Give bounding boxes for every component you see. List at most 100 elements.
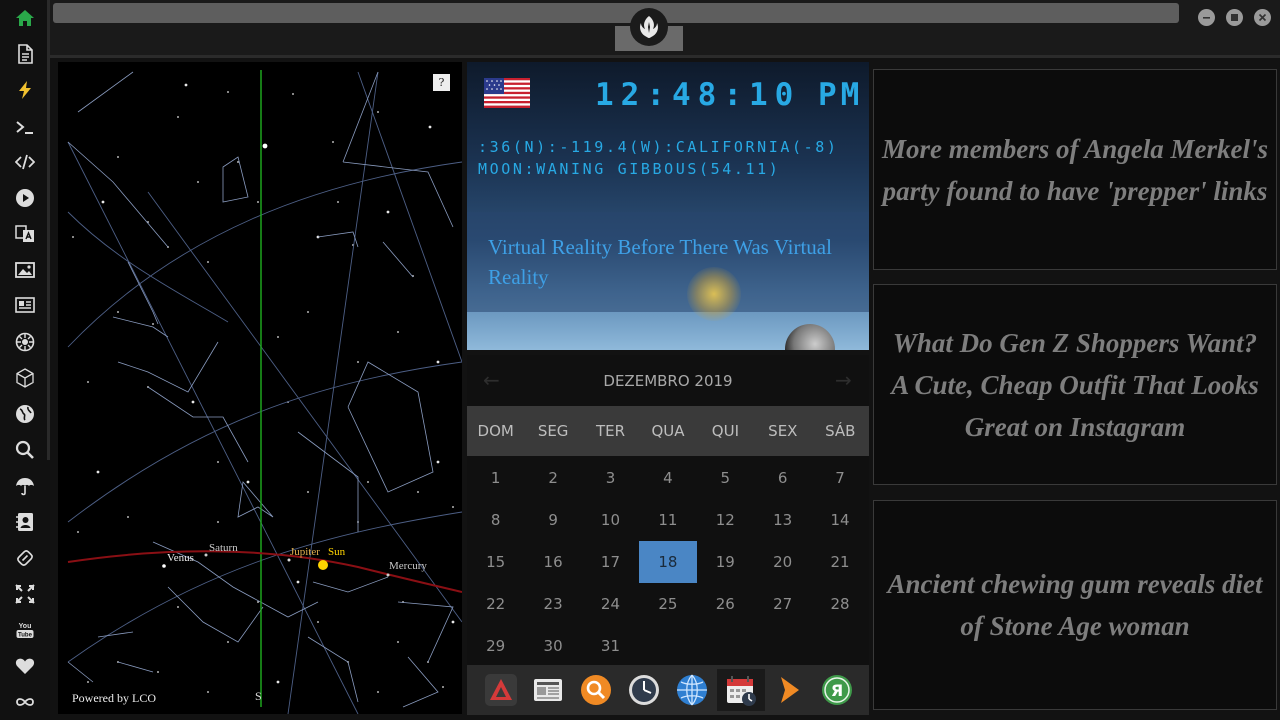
news-card[interactable]: More members of Angela Merkel's party fo… <box>873 69 1277 270</box>
calendar-day[interactable]: 9 <box>524 499 581 541</box>
svg-text:Я: Я <box>831 681 843 700</box>
calendar-day[interactable]: 6 <box>754 457 811 499</box>
clock-app-icon <box>629 675 659 705</box>
sidebar-item-search[interactable] <box>13 438 37 462</box>
star <box>77 531 79 533</box>
star <box>337 201 339 203</box>
calendar-day[interactable]: 25 <box>639 583 696 625</box>
sidebar-scrollbar[interactable] <box>47 0 50 460</box>
sidebar-item-bolt[interactable] <box>13 78 37 102</box>
cube-icon <box>16 368 34 388</box>
sidebar-item-heart[interactable] <box>13 654 37 678</box>
star <box>207 261 209 263</box>
dock-item-search-app[interactable] <box>572 669 620 711</box>
sidebar-item-code[interactable] <box>13 150 37 174</box>
sidebar-item-globe[interactable] <box>13 402 37 426</box>
calendar-day[interactable]: 15 <box>467 541 524 583</box>
calendar-day[interactable]: 16 <box>524 541 581 583</box>
calendar-day[interactable]: 10 <box>582 499 639 541</box>
prev-month-button[interactable]: ← <box>483 368 500 392</box>
sky-map-panel[interactable]: Venus Saturn Jupiter Sun Mercury ? Power… <box>58 62 462 714</box>
calendar-day[interactable]: 8 <box>467 499 524 541</box>
next-month-button[interactable]: → <box>835 368 852 392</box>
news-headline[interactable]: Ancient chewing gum reveals diet of Ston… <box>874 563 1276 647</box>
top-search-bar[interactable] <box>53 3 1179 23</box>
sidebar-item-news[interactable] <box>13 293 37 317</box>
article-link[interactable]: Virtual Reality Before There Was Virtual… <box>488 232 848 292</box>
sidebar-item-contact[interactable] <box>13 510 37 534</box>
sidebar-item-cube[interactable] <box>13 366 37 390</box>
calendar-day[interactable]: 28 <box>811 583 868 625</box>
us-flag-icon[interactable] <box>484 78 530 108</box>
dock-item-calendar-app[interactable] <box>717 669 765 711</box>
sky-map[interactable] <box>58 62 462 714</box>
calendar-day[interactable]: 7 <box>811 457 868 499</box>
calendar-day[interactable]: 2 <box>524 457 581 499</box>
star <box>117 311 119 313</box>
maximize-button[interactable] <box>1226 9 1243 26</box>
news-card[interactable]: Ancient chewing gum reveals diet of Ston… <box>873 500 1277 710</box>
search-app-icon <box>581 675 611 705</box>
sidebar-item-expand[interactable] <box>13 582 37 606</box>
calendar-week-row: 29 30 31 <box>467 625 869 667</box>
sidebar-item-home[interactable] <box>13 6 37 30</box>
sidebar-item-terminal[interactable] <box>13 115 37 139</box>
calendar-day[interactable]: 5 <box>697 457 754 499</box>
calendar-day[interactable]: 30 <box>524 625 581 667</box>
calendar-day[interactable]: 12 <box>697 499 754 541</box>
sky-help-button[interactable]: ? <box>433 74 450 91</box>
sidebar-item-image[interactable] <box>13 258 37 282</box>
calendar-day[interactable]: 24 <box>582 583 639 625</box>
calendar-day[interactable]: 29 <box>467 625 524 667</box>
calendar-day[interactable]: 17 <box>582 541 639 583</box>
calendar-widget: ← DEZEMBRO 2019 → DOM SEG TER QUA QUI SE… <box>467 355 869 665</box>
weekday-label: TER <box>596 422 626 440</box>
close-button[interactable] <box>1254 9 1271 26</box>
calendar-day[interactable]: 19 <box>697 541 754 583</box>
news-reader-icon <box>534 679 562 701</box>
news-headline[interactable]: What Do Gen Z Shoppers Want? A Cute, Che… <box>874 322 1276 448</box>
calendar-day[interactable]: 27 <box>754 583 811 625</box>
code-icon <box>15 154 35 170</box>
calendar-day[interactable]: 20 <box>754 541 811 583</box>
rebel-alliance-logo[interactable] <box>630 8 668 46</box>
sidebar-item-infinity[interactable] <box>13 690 37 714</box>
minimize-button[interactable] <box>1198 9 1215 26</box>
calendar-day[interactable]: 21 <box>811 541 868 583</box>
dock-item-globe-app[interactable] <box>668 669 716 711</box>
star-field <box>72 83 455 693</box>
weekday-label: SÁB <box>825 422 856 440</box>
sidebar-item-play[interactable] <box>13 186 37 210</box>
link-icon <box>17 550 33 566</box>
calendar-day[interactable]: 1 <box>467 457 524 499</box>
globe-icon <box>16 405 34 423</box>
dock-item-news-reader[interactable] <box>524 669 572 711</box>
calendar-day[interactable]: 13 <box>754 499 811 541</box>
calendar-app-icon <box>727 676 756 706</box>
sidebar-item-translate[interactable] <box>13 222 37 246</box>
calendar-day-today[interactable]: 18 <box>639 541 697 583</box>
dock-item-clock-app[interactable] <box>620 669 668 711</box>
sidebar-item-link[interactable] <box>13 546 37 570</box>
calendar-day[interactable]: 22 <box>467 583 524 625</box>
dock-item-yandex-app[interactable]: Я <box>813 669 861 711</box>
yandex-app-icon: Я <box>822 675 852 705</box>
star <box>377 691 379 693</box>
sidebar-item-umbrella[interactable] <box>13 474 37 498</box>
sidebar-item-youtube[interactable]: You Tube <box>13 618 37 642</box>
calendar-day[interactable]: 11 <box>639 499 696 541</box>
calendar-day[interactable]: 31 <box>582 625 639 667</box>
news-card[interactable]: What Do Gen Z Shoppers Want? A Cute, Che… <box>873 284 1277 485</box>
news-headline[interactable]: More members of Angela Merkel's party fo… <box>874 128 1276 212</box>
sidebar-item-settings[interactable] <box>13 330 37 354</box>
dock-item-arrow-app[interactable] <box>765 669 813 711</box>
calendar-day[interactable]: 4 <box>639 457 696 499</box>
calendar-day[interactable]: 23 <box>524 583 581 625</box>
dock-item-triangle-app[interactable] <box>477 669 525 711</box>
sidebar-item-file[interactable] <box>13 42 37 66</box>
svg-text:You: You <box>19 623 32 630</box>
calendar-day[interactable]: 26 <box>697 583 754 625</box>
calendar-day[interactable]: 14 <box>811 499 868 541</box>
app-dock: Я <box>467 665 869 715</box>
calendar-day[interactable]: 3 <box>582 457 639 499</box>
